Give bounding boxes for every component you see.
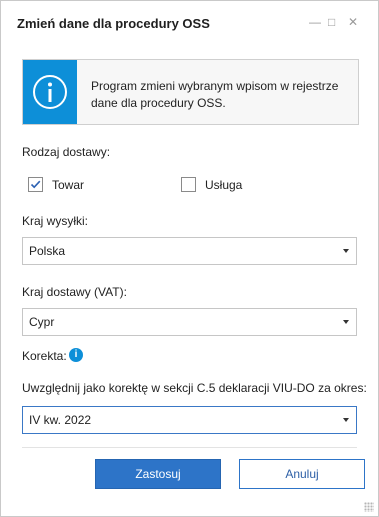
delivery-country-label: Kraj dostawy (VAT): (22, 285, 127, 299)
chevron-down-icon (343, 418, 349, 422)
shipping-country-select[interactable]: Polska (22, 237, 357, 265)
maximize-icon[interactable]: □ (328, 15, 335, 29)
towar-label: Towar (52, 178, 85, 192)
chevron-down-icon (343, 320, 349, 324)
info-icon (23, 60, 77, 124)
cancel-button[interactable]: Anuluj (239, 459, 365, 489)
usluga-checkbox[interactable] (181, 177, 196, 192)
dialog-title: Zmień dane dla procedury OSS (17, 16, 210, 31)
correction-period-select[interactable]: IV kw. 2022 (22, 406, 357, 434)
minimize-icon[interactable]: — (309, 15, 321, 29)
correction-period-value: IV kw. 2022 (29, 413, 92, 427)
close-icon[interactable]: ✕ (348, 15, 358, 29)
shipping-country-label: Kraj wysyłki: (22, 214, 89, 228)
delivery-country-select[interactable]: Cypr (22, 308, 357, 336)
footer-divider (22, 447, 357, 448)
correction-info-icon[interactable]: i (69, 348, 83, 362)
delivery-country-value: Cypr (29, 315, 55, 329)
info-banner-text: Program zmieni wybranym wpisom w rejestr… (91, 79, 339, 110)
apply-button[interactable]: Zastosuj (95, 459, 221, 489)
correction-description: Uwzględnij jako korektę w sekcji C.5 dek… (22, 381, 367, 395)
correction-label: Korekta: (22, 349, 67, 363)
info-banner: Program zmieni wybranym wpisom w rejestr… (22, 59, 359, 125)
shipping-country-value: Polska (29, 244, 66, 258)
delivery-type-label: Rodzaj dostawy: (22, 145, 111, 159)
resize-grip-icon[interactable] (364, 502, 374, 512)
dialog-window: Zmień dane dla procedury OSS — □ ✕ Progr… (0, 0, 379, 517)
title-bar: Zmień dane dla procedury OSS — □ ✕ (1, 1, 378, 47)
towar-checkbox[interactable] (28, 177, 43, 192)
usluga-label: Usługa (205, 178, 243, 192)
chevron-down-icon (343, 249, 349, 253)
